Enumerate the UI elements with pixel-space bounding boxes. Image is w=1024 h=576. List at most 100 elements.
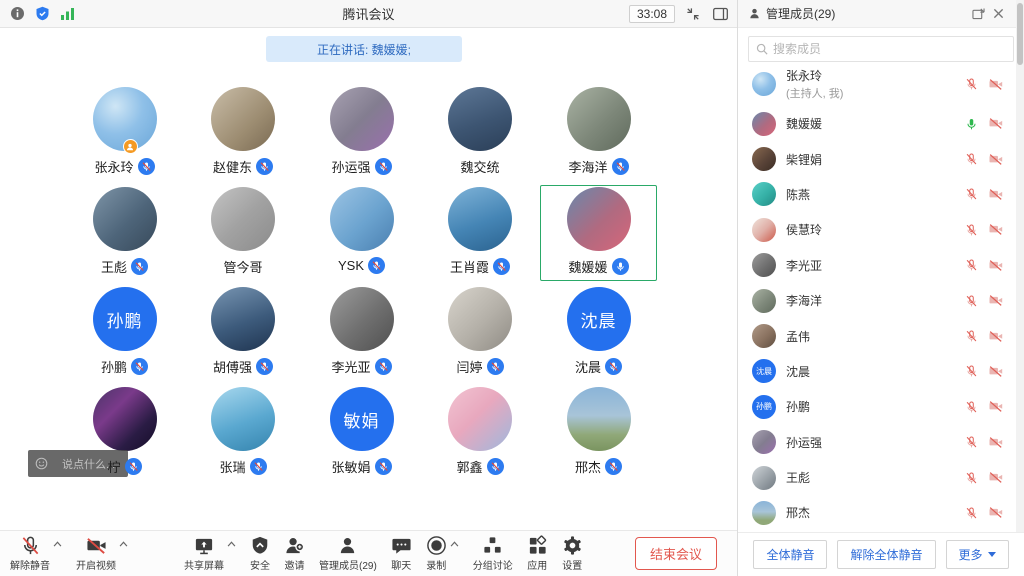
member-row[interactable]: 张永玲(主持人, 我) (738, 62, 1016, 106)
camera-muted-icon[interactable] (988, 153, 1004, 166)
participant-tile[interactable]: YSK (303, 185, 420, 281)
unmute-all-button[interactable]: 解除全体静音 (837, 540, 935, 569)
share-screen-button[interactable]: 共享屏幕 (184, 535, 224, 572)
mic-muted-icon[interactable] (965, 294, 978, 308)
layout-switch-icon[interactable] (711, 5, 729, 23)
member-row[interactable]: 邢杰 (738, 495, 1016, 530)
participant-tile[interactable]: 郭鑫 (422, 385, 539, 481)
close-panel-icon[interactable] (993, 8, 1004, 19)
mic-muted-icon[interactable] (965, 223, 978, 237)
mic-muted-icon (256, 158, 273, 175)
chat-button[interactable]: 聊天 (391, 535, 412, 572)
participant-tile[interactable]: 孙鹏 孙鹏 (66, 285, 183, 381)
participant-tile[interactable]: 李光亚 (303, 285, 420, 381)
member-search-input[interactable] (773, 42, 1006, 56)
record-button[interactable]: 录制 (426, 535, 447, 572)
participant-nameline: 李海洋 (568, 157, 628, 176)
member-name: 孙运强 (786, 434, 822, 451)
participant-tile[interactable]: 管今哥 (185, 185, 302, 281)
mic-muted-icon[interactable] (965, 435, 978, 449)
member-list: 张永玲(主持人, 我) 魏媛媛 柴锂娟 (738, 62, 1016, 532)
member-name: 魏媛媛 (786, 115, 822, 132)
member-row[interactable]: 孙运强 (738, 425, 1016, 460)
mic-muted-icon (131, 258, 148, 275)
mic-muted-icon[interactable] (965, 506, 978, 520)
member-row[interactable]: 柴锂娟 (738, 141, 1016, 176)
member-row[interactable]: 李海洋 (738, 283, 1016, 318)
participant-tile[interactable]: 王肖霞 (422, 185, 539, 281)
participant-tile[interactable]: 敏娟 张敏娟 (303, 385, 420, 481)
participant-tile[interactable]: 张瑞 (185, 385, 302, 481)
mic-muted-icon[interactable] (965, 258, 978, 272)
member-row[interactable]: 孙鹏 孙鹏 (738, 389, 1016, 424)
participant-tile[interactable]: 魏交统 (422, 85, 539, 181)
participant-tile[interactable]: 张永玲 (66, 85, 183, 181)
camera-muted-icon[interactable] (988, 117, 1004, 130)
participant-tile[interactable]: 邢杰 (540, 385, 657, 481)
shield-icon[interactable] (33, 5, 51, 23)
end-meeting-button[interactable]: 结束会议 (635, 537, 717, 570)
mute-all-button[interactable]: 全体静音 (753, 540, 827, 569)
security-button[interactable]: 安全 (250, 535, 270, 572)
emoji-icon[interactable] (35, 457, 48, 470)
participant-tile[interactable]: 王彪 (66, 185, 183, 281)
chevron-up-icon[interactable] (450, 541, 459, 547)
camera-muted-icon[interactable] (988, 400, 1004, 413)
apps-button[interactable]: 应用 (527, 535, 548, 572)
participant-nameline: 胡傅强 (213, 357, 273, 376)
camera-muted-icon[interactable] (988, 330, 1004, 343)
mic-muted-icon[interactable] (965, 329, 978, 343)
member-row[interactable]: 沈晨 沈晨 (738, 354, 1016, 389)
network-signal-icon[interactable] (58, 5, 76, 23)
participant-tile[interactable]: 赵健东 (185, 85, 302, 181)
participant-tile[interactable]: 孙运强 (303, 85, 420, 181)
camera-muted-icon[interactable] (988, 471, 1004, 484)
mic-muted-icon[interactable] (965, 77, 978, 91)
participant-tile-speaking[interactable]: 魏媛媛 (540, 185, 657, 281)
manage-members-button[interactable]: 管理成员(29) (319, 535, 377, 572)
camera-muted-icon[interactable] (988, 365, 1004, 378)
security-shield-icon (250, 535, 270, 556)
member-row[interactable]: 孟伟 (738, 318, 1016, 353)
camera-muted-icon[interactable] (988, 436, 1004, 449)
popout-panel-icon[interactable] (972, 8, 985, 20)
camera-muted-icon[interactable] (988, 223, 1004, 236)
chevron-up-icon[interactable] (227, 541, 236, 547)
mic-muted-icon[interactable] (965, 152, 978, 166)
members-panel-header: 管理成员(29) (738, 0, 1024, 28)
start-video-button[interactable]: 开启视频 (76, 535, 116, 572)
participant-tile[interactable]: 沈晨 沈晨 (540, 285, 657, 381)
member-search-box[interactable] (748, 36, 1014, 62)
info-icon[interactable] (8, 5, 26, 23)
camera-muted-icon[interactable] (988, 294, 1004, 307)
member-row[interactable]: 王彪 (738, 460, 1016, 495)
mic-on-icon[interactable] (965, 117, 978, 131)
member-row[interactable]: 李光亚 (738, 248, 1016, 283)
scrollbar-thumb[interactable] (1017, 3, 1023, 65)
participant-tile[interactable]: 闫婷 (422, 285, 539, 381)
mic-muted-icon[interactable] (965, 471, 978, 485)
camera-muted-icon[interactable] (988, 259, 1004, 272)
camera-muted-icon[interactable] (988, 78, 1004, 91)
unmute-button[interactable]: 解除静音 (10, 535, 50, 572)
mic-muted-icon[interactable] (965, 187, 978, 201)
chevron-up-icon[interactable] (119, 541, 128, 547)
mic-muted-icon[interactable] (965, 400, 978, 414)
scrollbar[interactable] (1016, 0, 1024, 532)
participant-tile[interactable]: 李海洋 (540, 85, 657, 181)
member-row[interactable]: 陈燕 (738, 177, 1016, 212)
mic-muted-icon[interactable] (965, 364, 978, 378)
participant-tile[interactable]: 胡傅强 (185, 285, 302, 381)
breakout-rooms-button[interactable]: 分组讨论 (473, 535, 513, 572)
members-icon (337, 535, 358, 556)
settings-button[interactable]: 设置 (562, 535, 583, 572)
invite-button[interactable]: 邀请 (284, 535, 305, 572)
camera-muted-icon[interactable] (988, 506, 1004, 519)
camera-muted-icon[interactable] (988, 188, 1004, 201)
member-row[interactable]: 魏媛媛 (738, 106, 1016, 141)
more-button[interactable]: 更多 (946, 540, 1009, 569)
avatar (752, 501, 776, 525)
fullscreen-toggle-icon[interactable] (684, 5, 702, 23)
chevron-up-icon[interactable] (53, 541, 62, 547)
member-row[interactable]: 侯慧玲 (738, 212, 1016, 247)
